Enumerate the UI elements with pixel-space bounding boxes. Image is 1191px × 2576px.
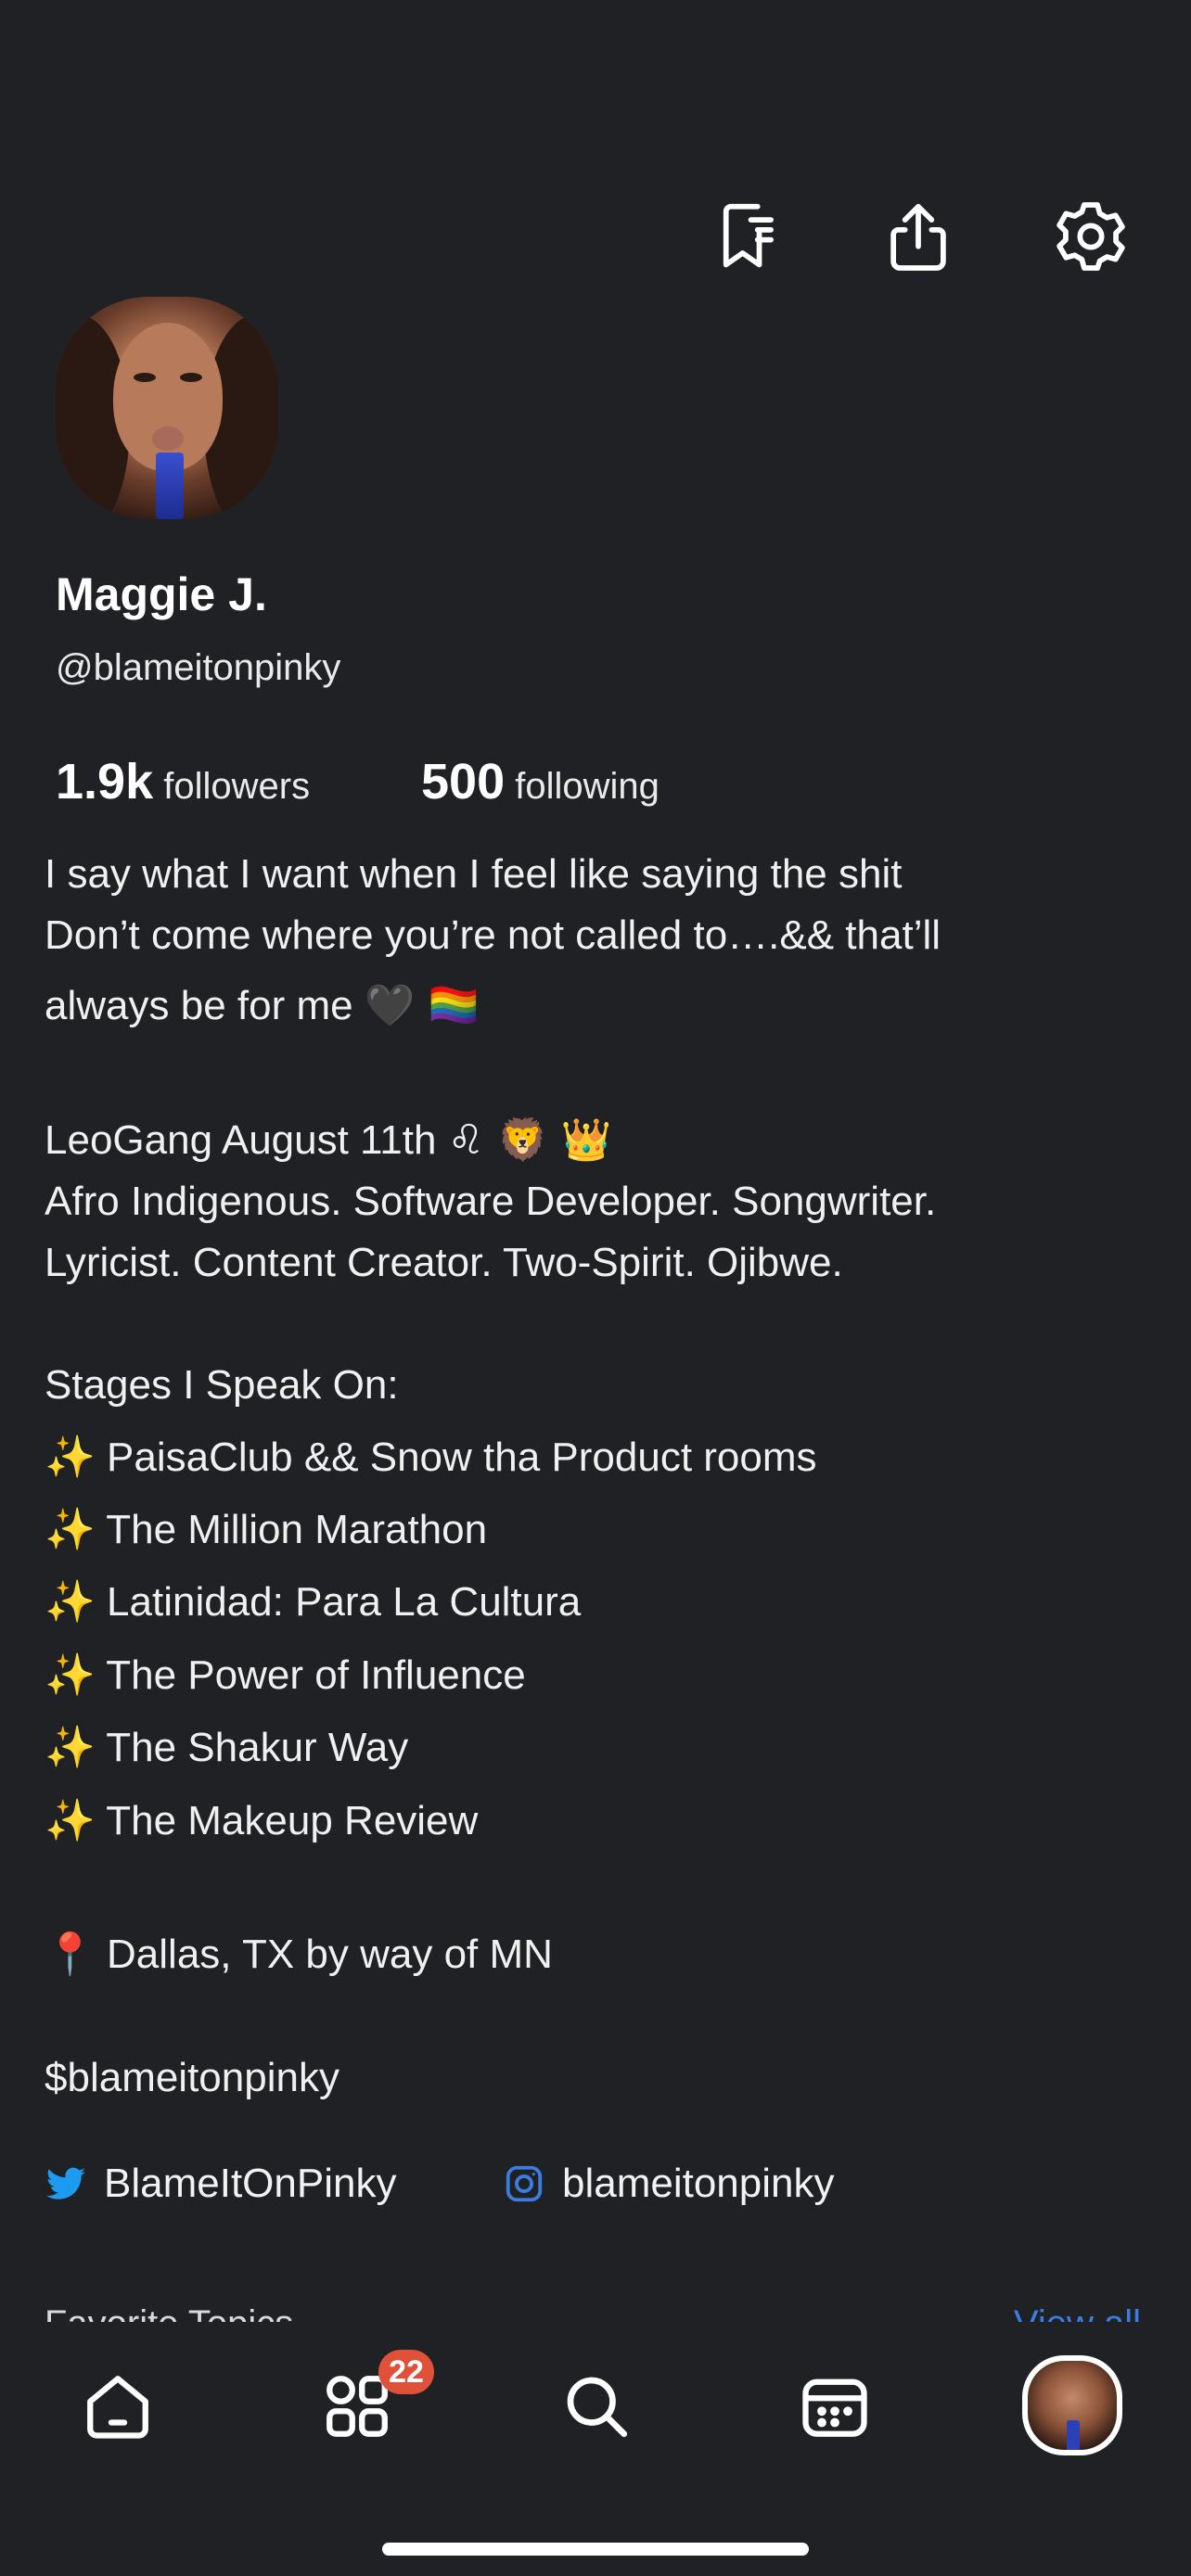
cashtag: $blameitonpinky — [45, 2055, 339, 2100]
bio-line: Lyricist. Content Creator. Two-Spirit. O… — [45, 1240, 843, 1285]
nav-search[interactable] — [545, 2355, 647, 2457]
sparkle-icon: ✨ — [45, 1724, 96, 1771]
stage-label: The Million Marathon — [106, 1507, 488, 1552]
instagram-link[interactable]: blameitonpinky — [503, 2161, 835, 2207]
nav-calendar[interactable] — [784, 2355, 886, 2457]
bio-text: LeoGang August 11th — [45, 1117, 437, 1163]
stage-item: ✨ The Makeup Review — [45, 1791, 1158, 1852]
profile-handle: @blameitonpinky — [56, 647, 341, 688]
social-links: BlameItOnPinky blameitonpinky — [45, 2161, 1158, 2222]
stage-label: The Power of Influence — [106, 1652, 526, 1698]
follow-stats: 1.9k followers 500 following — [56, 753, 660, 810]
pin-icon: 📍 — [45, 1931, 96, 1978]
bio-line: I say what I want when I feel like sayin… — [45, 851, 903, 897]
instagram-icon — [506, 2165, 543, 2202]
stage-label: Latinidad: Para La Cultura — [107, 1579, 582, 1625]
sparkle-icon: ✨ — [45, 1434, 96, 1481]
sparkle-icon: ✨ — [45, 1651, 96, 1699]
profile-avatar[interactable] — [56, 297, 278, 519]
profile-screen: Maggie J. @blameitonpinky 1.9k followers… — [0, 0, 1191, 2576]
view-all-link[interactable]: View all — [1014, 2303, 1141, 2322]
home-icon — [87, 2376, 148, 2439]
bio-line: LeoGang August 11th ♌ 🦁 👑 — [45, 1110, 1158, 1171]
heart-flag-emoji: 🖤 🏳️‍🌈 — [364, 982, 480, 1029]
settings-icon — [1057, 202, 1125, 271]
stage-item: ✨ Latinidad: Para La Cultura — [45, 1572, 1158, 1633]
section-title: Favorite Topics — [45, 2303, 293, 2322]
bookmark-list-icon — [723, 203, 774, 268]
followers-label: followers — [163, 766, 311, 807]
bottom-nav: 22 — [0, 2322, 1191, 2576]
twitter-icon — [45, 2167, 86, 2200]
following-stat[interactable]: 500 following — [421, 753, 660, 810]
bookmark-list-button[interactable] — [701, 190, 794, 283]
location-line: 📍 Dallas, TX by way of MN — [45, 1924, 1158, 1985]
stage-item: ✨ PaisaClub && Snow tha Product rooms — [45, 1427, 1158, 1488]
stage-item: ✨ The Power of Influence — [45, 1645, 1158, 1706]
nav-profile-avatar[interactable] — [1022, 2355, 1122, 2455]
sparkle-icon: ✨ — [45, 1797, 96, 1844]
location-text: Dallas, TX by way of MN — [107, 1932, 553, 1977]
calendar-icon — [802, 2378, 867, 2437]
notification-badge: 22 — [378, 2350, 434, 2394]
bio-text: always be for me — [45, 983, 353, 1028]
stage-item: ✨ The Shakur Way — [45, 1717, 1158, 1779]
search-icon — [567, 2377, 628, 2438]
share-button[interactable] — [872, 190, 965, 283]
following-label: following — [515, 766, 660, 807]
instagram-handle: blameitonpinky — [562, 2161, 835, 2206]
followers-stat[interactable]: 1.9k followers — [56, 754, 311, 810]
settings-button[interactable] — [1044, 190, 1137, 283]
bio-line: always be for me 🖤 🏳️‍🌈 — [45, 976, 1158, 1037]
bio-line: Afro Indigenous. Software Developer. Son… — [45, 1179, 937, 1224]
following-count: 500 — [421, 754, 506, 810]
leo-emoji: ♌ 🦁 👑 — [447, 1116, 612, 1164]
followers-count: 1.9k — [56, 754, 154, 810]
twitter-link[interactable]: BlameItOnPinky — [45, 2161, 396, 2207]
share-icon — [890, 203, 946, 271]
nav-home[interactable] — [67, 2355, 169, 2457]
twitter-handle: BlameItOnPinky — [104, 2161, 397, 2206]
bio-line: Don’t come where you’re not called to….&… — [45, 912, 941, 958]
stages-heading: Stages I Speak On: — [45, 1362, 399, 1408]
stage-label: The Makeup Review — [106, 1798, 479, 1843]
home-indicator[interactable] — [382, 2543, 809, 2556]
stage-item: ✨ The Million Marathon — [45, 1499, 1158, 1561]
sparkle-icon: ✨ — [45, 1506, 96, 1553]
stage-label: PaisaClub && Snow tha Product rooms — [107, 1435, 817, 1480]
favorite-topics-header: Favorite Topics View all — [45, 2303, 1158, 2322]
profile-name: Maggie J. — [56, 568, 267, 620]
sparkle-icon: ✨ — [45, 1578, 96, 1626]
stage-label: The Shakur Way — [106, 1725, 409, 1770]
top-actions — [0, 190, 1191, 283]
